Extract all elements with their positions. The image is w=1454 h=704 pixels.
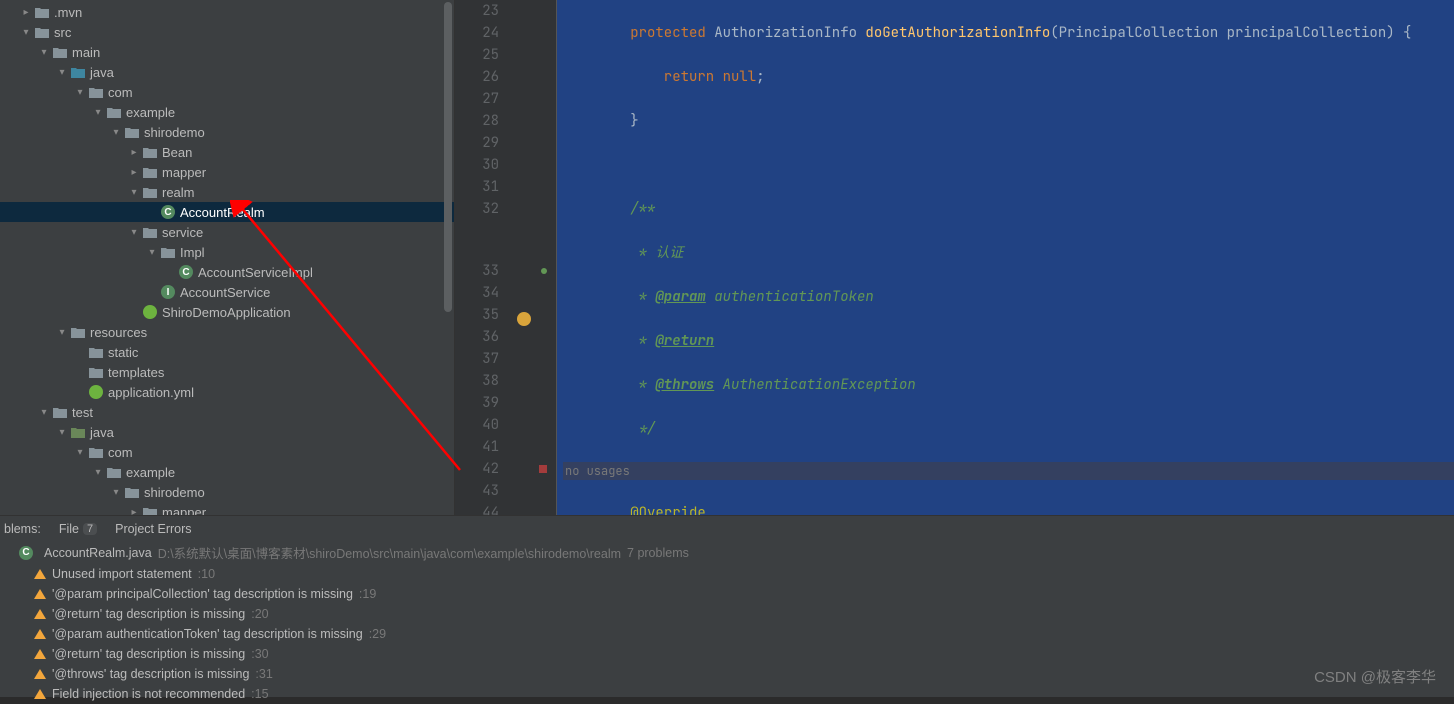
watermark: CSDN @极客李华 — [1314, 666, 1436, 687]
tree-item-impl[interactable]: ▾Impl — [0, 242, 454, 262]
tab-problems[interactable]: blems: — [4, 522, 41, 536]
bulb-icon[interactable] — [517, 312, 531, 326]
warning-icon — [34, 669, 46, 679]
tree-label: Impl — [180, 245, 205, 260]
warning-icon — [34, 689, 46, 699]
tree-item-test[interactable]: ▾test — [0, 402, 454, 422]
problem-file-row[interactable]: C AccountRealm.java D:\系统默认\桌面\博客素材\shir… — [0, 541, 1454, 564]
tree-label: java — [90, 425, 114, 440]
tree-item-test-mapper[interactable]: ▸mapper — [0, 502, 454, 515]
tree-label: com — [108, 85, 133, 100]
tree-item-applicationyml[interactable]: application.yml — [0, 382, 454, 402]
tree-item-test-java[interactable]: ▾java — [0, 422, 454, 442]
tab-file[interactable]: File7 — [59, 522, 97, 536]
tree-item-realm[interactable]: ▾realm — [0, 182, 454, 202]
tree-label: static — [108, 345, 138, 360]
warning-icon — [34, 609, 46, 619]
class-icon: C — [161, 205, 175, 219]
tree-label: test — [72, 405, 93, 420]
spring-boot-icon — [143, 305, 157, 319]
tree-item-test-example[interactable]: ▾example — [0, 462, 454, 482]
tree-label: example — [126, 465, 175, 480]
tree-label: AccountServiceImpl — [198, 265, 313, 280]
usages-hint[interactable]: no usages — [565, 460, 630, 482]
warning-icon — [34, 569, 46, 579]
code-editor[interactable]: 23 24 25 26 27 28 29 30 31 32 33 34 35 3… — [455, 0, 1454, 515]
tree-label: main — [72, 45, 100, 60]
tree-item-mapper[interactable]: ▸mapper — [0, 162, 454, 182]
tree-label: .mvn — [54, 5, 82, 20]
tree-label: src — [54, 25, 71, 40]
problem-item[interactable]: '@return' tag description is missing:20 — [0, 604, 1454, 624]
scrollbar-thumb[interactable] — [444, 2, 452, 312]
vcs-deleted-icon — [539, 465, 547, 473]
code-content[interactable]: protected AuthorizationInfo doGetAuthori… — [557, 0, 1454, 515]
tree-label: mapper — [162, 505, 206, 516]
problem-file-count: 7 problems — [627, 546, 689, 560]
project-tree[interactable]: ▸.mvn ▾src ▾main ▾java ▾com ▾example ▾sh… — [0, 0, 455, 515]
problem-item[interactable]: '@param principalCollection' tag descrip… — [0, 584, 1454, 604]
tree-item-shirodemo[interactable]: ▾shirodemo — [0, 122, 454, 142]
tree-label: realm — [162, 185, 195, 200]
annot-gutter — [513, 0, 557, 515]
tree-item-src[interactable]: ▾src — [0, 22, 454, 42]
tree-label: ShiroDemoApplication — [162, 305, 291, 320]
problem-file-path: D:\系统默认\桌面\博客素材\shiroDemo\src\main\java\… — [158, 543, 621, 562]
tree-label: AccountService — [180, 285, 270, 300]
tree-label: AccountRealm — [180, 205, 265, 220]
tree-item-accountserviceimpl[interactable]: C AccountServiceImpl — [0, 262, 454, 282]
tree-label: shirodemo — [144, 485, 205, 500]
tree-label: java — [90, 65, 114, 80]
interface-icon: I — [161, 285, 175, 299]
vcs-added-icon — [541, 268, 547, 274]
tree-label: Bean — [162, 145, 192, 160]
tree-label: example — [126, 105, 175, 120]
problem-item[interactable]: '@throws' tag description is missing:31 — [0, 664, 1454, 684]
tree-label: com — [108, 445, 133, 460]
yaml-icon — [89, 385, 103, 399]
tree-label: resources — [90, 325, 147, 340]
warning-icon — [34, 589, 46, 599]
tree-item-shirodemoapp[interactable]: ShiroDemoApplication — [0, 302, 454, 322]
tree-item-templates[interactable]: templates — [0, 362, 454, 382]
tree-label: mapper — [162, 165, 206, 180]
warning-icon — [34, 629, 46, 639]
class-icon: C — [179, 265, 193, 279]
warning-icon — [34, 649, 46, 659]
tree-item-accountservice[interactable]: I AccountService — [0, 282, 454, 302]
class-icon: C — [19, 546, 33, 560]
problems-tabs: blems: File7 Project Errors — [0, 516, 1454, 541]
tree-item-accountrealm[interactable]: C AccountRealm — [0, 202, 454, 222]
tree-label: shirodemo — [144, 125, 205, 140]
tree-item-test-shirodemo[interactable]: ▾shirodemo — [0, 482, 454, 502]
problem-item[interactable]: '@return' tag description is missing:30 — [0, 644, 1454, 664]
tree-item-com[interactable]: ▾com — [0, 82, 454, 102]
problems-panel[interactable]: blems: File7 Project Errors C AccountRea… — [0, 515, 1454, 697]
problem-item[interactable]: Field injection is not recommended:15 — [0, 684, 1454, 704]
problem-file-name: AccountRealm.java — [44, 546, 152, 560]
tree-label: service — [162, 225, 203, 240]
tree-item-java[interactable]: ▾java — [0, 62, 454, 82]
tree-item-test-com[interactable]: ▾com — [0, 442, 454, 462]
tree-label: templates — [108, 365, 164, 380]
tree-item-main[interactable]: ▾main — [0, 42, 454, 62]
tree-item-service[interactable]: ▾service — [0, 222, 454, 242]
tab-project-errors[interactable]: Project Errors — [115, 522, 191, 536]
line-gutter: 23 24 25 26 27 28 29 30 31 32 33 34 35 3… — [455, 0, 513, 515]
problem-item[interactable]: Unused import statement:10 — [0, 564, 1454, 584]
tree-item-mvn[interactable]: ▸.mvn — [0, 2, 454, 22]
tree-item-static[interactable]: static — [0, 342, 454, 362]
tree-label: application.yml — [108, 385, 194, 400]
tree-item-resources[interactable]: ▾resources — [0, 322, 454, 342]
tree-item-bean[interactable]: ▸Bean — [0, 142, 454, 162]
problem-item[interactable]: '@param authenticationToken' tag descrip… — [0, 624, 1454, 644]
tree-item-example[interactable]: ▾example — [0, 102, 454, 122]
